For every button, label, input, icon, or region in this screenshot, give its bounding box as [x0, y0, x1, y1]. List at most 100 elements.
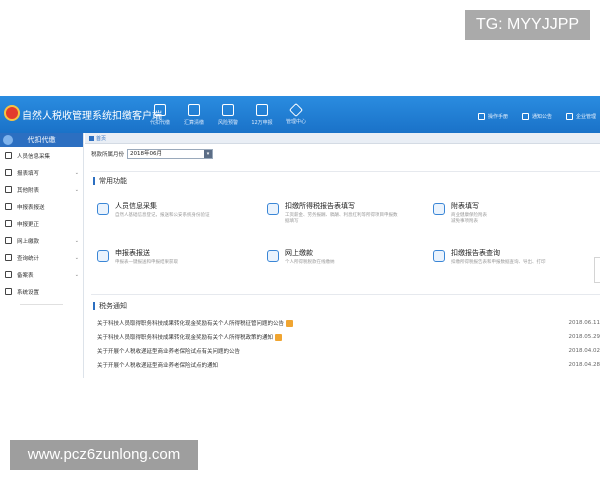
side-scroll-tab[interactable]: [594, 257, 600, 283]
new-badge-icon: [286, 319, 294, 327]
notice-date: 2018.05.29: [568, 334, 600, 340]
watermark-top: TG: MYYJJPP: [465, 10, 590, 40]
top-right-links: 操作手册 通知公告 企业管理: [477, 113, 596, 120]
sidebar-item-report-fill[interactable]: 报表填写 ⌄: [0, 164, 83, 181]
chevron-down-icon: ⌄: [74, 187, 79, 193]
report-icon: [267, 203, 279, 215]
function-personnel[interactable]: 人员信息采集 自然人基础信息登记，报送和公安系统身份验证: [91, 197, 251, 233]
sidebar: 代扣代缴 人员信息采集 报表填写 ⌄ 其他附表 ⌄ 申报表报送 申报更正 网上缴…: [0, 133, 84, 378]
notice-date: 2018.04.02: [568, 348, 600, 354]
notice-date: 2018.04.28: [568, 362, 600, 368]
sidebar-item-label: 申报表报送: [17, 204, 45, 211]
notice-date: 2018.06.11: [568, 320, 600, 326]
function-text: 网上缴款 个人所得税税款在线缴纳: [285, 244, 335, 280]
notice-item[interactable]: 关于科技人员取得职务科技成果转化现金奖励有关个人所得税征管问题的公告 2018.…: [97, 317, 600, 329]
notice-text: 关于开展个人税收递延型商业养老保险试点有关问题的公告: [97, 349, 241, 355]
sidebar-item-personnel[interactable]: 人员信息采集: [0, 147, 83, 164]
building-icon: [565, 113, 573, 120]
manual-link[interactable]: 操作手册: [477, 113, 508, 120]
common-functions-heading: 常用功能: [93, 176, 127, 186]
top-link-label: 操作手册: [487, 114, 508, 120]
section-marker: [93, 177, 95, 185]
toolbar-button-settlement[interactable]: 汇算清缴: [177, 101, 211, 131]
chevron-down-icon: ⌄: [74, 272, 79, 278]
section-divider: [91, 294, 600, 295]
function-title: 网上缴款: [285, 249, 313, 257]
toolbar-button-declaration[interactable]: 12万申报: [245, 101, 279, 131]
chevron-down-icon: ⌄: [74, 255, 79, 261]
function-report-query[interactable]: 扣缴报告表查询 扣缴所得税报告表和申报数据查询、导出、打印: [427, 244, 587, 280]
function-desc: 据填写: [285, 219, 299, 224]
function-text: 申报表报送 申报表一键报送和申报结果获取: [115, 244, 178, 280]
payment-icon: [5, 237, 12, 244]
sidebar-item-filing[interactable]: 备案表 ⌄: [0, 266, 83, 283]
tax-notices-heading: 税务通知: [93, 301, 127, 311]
search-report-icon: [433, 250, 445, 262]
sidebar-item-other-schedules[interactable]: 其他附表 ⌄: [0, 181, 83, 198]
sidebar-header[interactable]: 代扣代缴: [0, 133, 83, 147]
tab-bar: 首页: [85, 133, 600, 144]
sidebar-item-label: 申报更正: [17, 221, 40, 228]
document-icon: [188, 104, 200, 116]
function-title: 人员信息采集: [115, 202, 157, 210]
book-icon: [477, 113, 485, 120]
tab-home-label: 首页: [96, 136, 107, 142]
edit-icon: [433, 203, 445, 215]
person-card-icon: [97, 203, 109, 215]
tax-emblem-icon: [4, 105, 20, 121]
section-title-label: 税务通知: [99, 302, 127, 310]
sidebar-item-label: 其他附表: [17, 187, 40, 194]
toolbar-button-management[interactable]: 管理中心: [279, 101, 313, 131]
mail-icon: [521, 113, 529, 120]
period-select[interactable]: 2018年06月 ▾: [127, 149, 214, 159]
sidebar-item-submit[interactable]: 申报表报送: [0, 198, 83, 215]
tab-home[interactable]: 首页: [89, 134, 106, 143]
main-content: 首页 税款所属月份 2018年06月 ▾ 常用功能 人员信息采集 自然人基础信息…: [85, 133, 600, 378]
sidebar-item-label: 系统设置: [17, 289, 40, 296]
grid-icon: [5, 186, 12, 193]
sidebar-header-label: 代扣代缴: [27, 136, 56, 144]
function-title: 附表填写: [451, 202, 479, 210]
screenshot-page: TG: MYYJJPP 自然人税收管理系统扣缴客户端 代扣代缴 汇算清缴 风险预…: [0, 0, 600, 480]
function-submit[interactable]: 申报表报送 申报表一键报送和申报结果获取: [91, 244, 251, 280]
sidebar-item-label: 报表填写: [17, 170, 40, 177]
form-icon: [256, 104, 268, 116]
person-icon: [5, 152, 12, 159]
notice-item[interactable]: 关于开展个人税收递延型商业养老保险试点有关问题的公告 2018.04.02: [97, 345, 600, 357]
form-icon: [5, 169, 12, 176]
toolbar-button-risk-alert[interactable]: 风险预警: [211, 101, 245, 131]
check-circle-icon: [3, 135, 13, 145]
function-withholding-report[interactable]: 扣缴所得税报告表填写 工资薪金、劳务报酬、稿酬、利息红利等所得项目申报数 据填写: [261, 197, 421, 233]
app-title: 自然人税收管理系统扣缴客户端: [22, 111, 162, 122]
enterprise-link[interactable]: 企业管理: [565, 113, 596, 120]
toolbar-label: 代扣代缴: [149, 120, 170, 126]
sidebar-item-label: 查询统计: [17, 255, 40, 262]
notice-link[interactable]: 通知公告: [521, 113, 552, 120]
period-label: 税款所属月份: [91, 152, 125, 158]
function-payment[interactable]: 网上缴款 个人所得税税款在线缴纳: [261, 244, 421, 280]
toolbar-button-withholding[interactable]: 代扣代缴: [143, 101, 177, 131]
function-title: 申报表报送: [115, 249, 150, 257]
section-divider: [91, 171, 600, 172]
function-text: 人员信息采集 自然人基础信息登记，报送和公安系统身份验证: [115, 197, 210, 233]
notice-item[interactable]: 关于科技人员取得职务科技成果转化现金奖励有关个人所得税政策的通知 2018.05…: [97, 331, 600, 343]
function-desc: 减免事项附表: [451, 219, 478, 224]
upload-icon: [5, 203, 12, 210]
function-schedule[interactable]: 附表填写 商业健康保险附表 减免事项附表: [427, 197, 587, 233]
sidebar-item-label: 网上缴款: [17, 238, 40, 245]
sidebar-item-settings[interactable]: 系统设置: [0, 283, 83, 300]
notice-item[interactable]: 关于开展个人税收递延型商业养老保险试点的通知 2018.04.28: [97, 359, 600, 371]
sidebar-divider: [20, 304, 63, 305]
period-value: 2018年06月: [130, 151, 163, 157]
title-bar: 自然人税收管理系统扣缴客户端 代扣代缴 汇算清缴 风险预警 12万申报 管理中心…: [0, 96, 600, 133]
gear-icon: [5, 288, 12, 295]
calendar-icon[interactable]: ▾: [204, 150, 213, 158]
function-desc: 个人所得税税款在线缴纳: [285, 260, 335, 265]
toolbar-label: 风险预警: [217, 120, 238, 126]
sidebar-item-correction[interactable]: 申报更正: [0, 215, 83, 232]
sidebar-item-payment[interactable]: 网上缴款 ⌄: [0, 232, 83, 249]
alert-icon: [222, 104, 234, 116]
top-link-label: 企业管理: [575, 114, 596, 120]
chevron-down-icon: ⌄: [74, 170, 79, 176]
sidebar-item-query[interactable]: 查询统计 ⌄: [0, 249, 83, 266]
